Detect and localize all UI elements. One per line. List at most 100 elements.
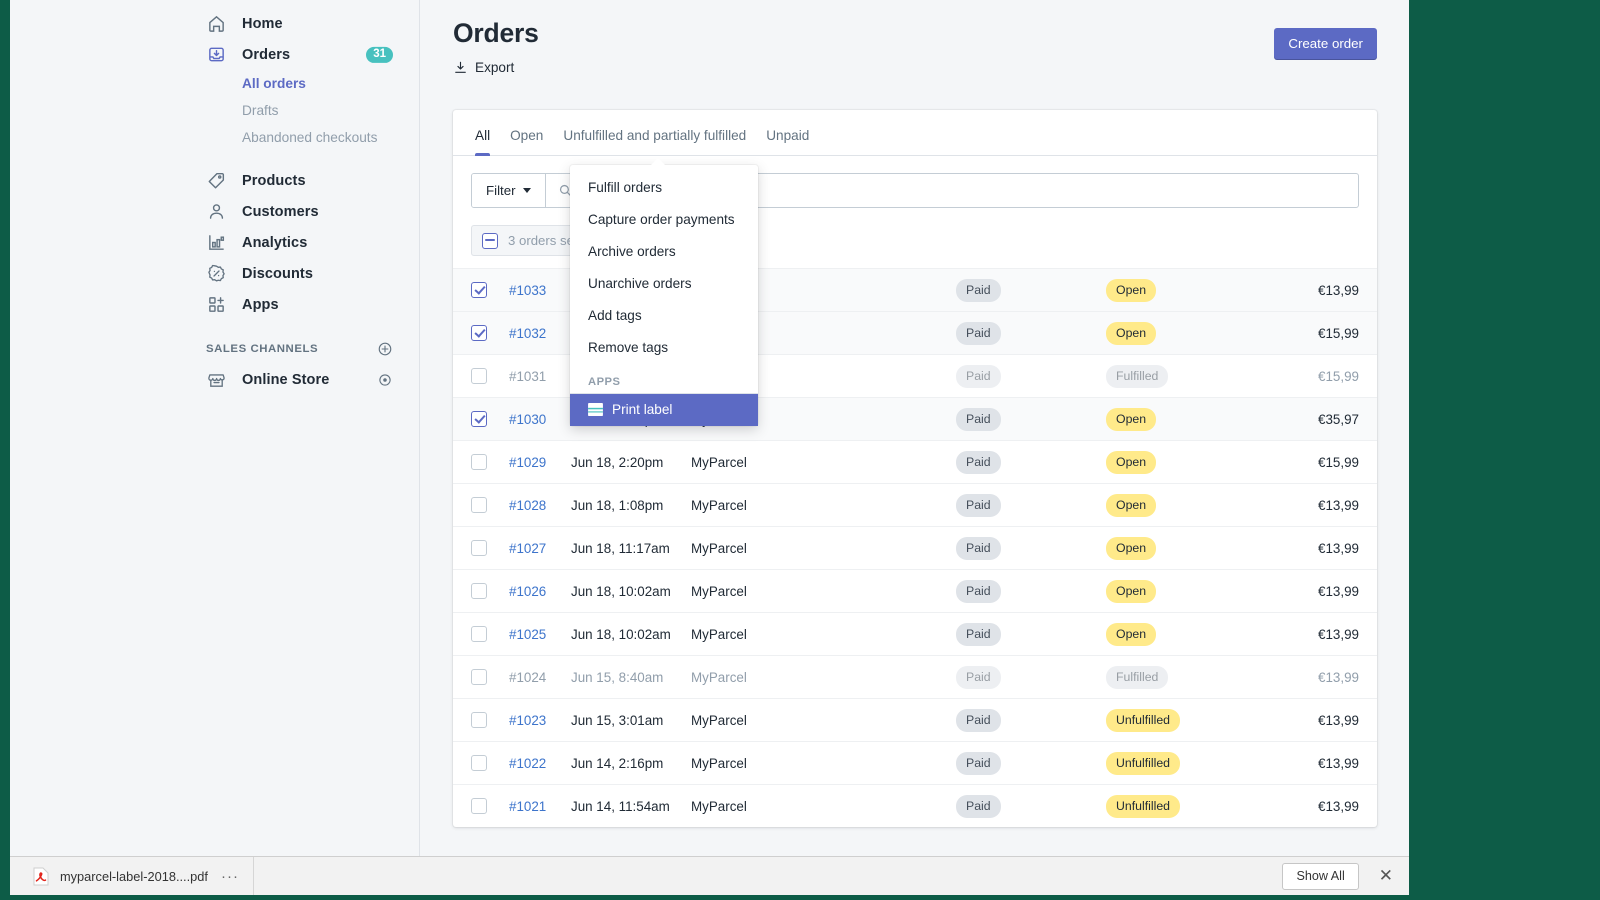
sidebar-item-customers[interactable]: Customers xyxy=(10,196,419,227)
order-amount: €13,99 xyxy=(1271,670,1359,685)
row-checkbox-cell[interactable] xyxy=(471,540,509,556)
ellipsis-icon[interactable]: ··· xyxy=(221,868,239,885)
filter-button[interactable]: Filter xyxy=(472,174,546,207)
payment-status-cell: Paid xyxy=(956,709,1106,732)
menu-item-remove-tags[interactable]: Remove tags xyxy=(570,332,758,364)
order-id-link[interactable]: #1032 xyxy=(509,326,571,341)
row-checkbox-cell[interactable] xyxy=(471,325,509,341)
order-id-link[interactable]: #1033 xyxy=(509,283,571,298)
select-all-checkbox[interactable] xyxy=(482,233,498,249)
table-row[interactable]: #1023Jun 15, 3:01amMyParcelPaidUnfulfill… xyxy=(453,698,1377,741)
sidebar-subitem-all-orders[interactable]: All orders xyxy=(10,70,419,97)
table-row[interactable]: #1028Jun 18, 1:08pmMyParcelPaidOpen€13,9… xyxy=(453,483,1377,526)
menu-item-unarchive-orders[interactable]: Unarchive orders xyxy=(570,268,758,300)
tab-bar: All Open Unfulfilled and partially fulfi… xyxy=(453,110,1377,156)
row-checkbox-cell[interactable] xyxy=(471,368,509,384)
download-item[interactable]: myparcel-label-2018....pdf ··· xyxy=(24,857,254,895)
order-id-link[interactable]: #1031 xyxy=(509,369,571,384)
tab-all[interactable]: All xyxy=(465,128,500,155)
sidebar-item-online-store[interactable]: Online Store xyxy=(10,364,419,395)
row-checkbox[interactable] xyxy=(471,669,487,685)
person-icon xyxy=(206,202,226,222)
tab-unfulfilled-partially-fulfilled[interactable]: Unfulfilled and partially fulfilled xyxy=(553,128,756,155)
order-id-link[interactable]: #1030 xyxy=(509,412,571,427)
order-id-link[interactable]: #1029 xyxy=(509,455,571,470)
order-id-link[interactable]: #1028 xyxy=(509,498,571,513)
order-id-link[interactable]: #1027 xyxy=(509,541,571,556)
table-row[interactable]: #1026Jun 18, 10:02amMyParcelPaidOpen€13,… xyxy=(453,569,1377,612)
pdf-file-icon xyxy=(32,867,49,886)
order-id-link[interactable]: #1022 xyxy=(509,756,571,771)
show-all-button[interactable]: Show All xyxy=(1282,863,1358,890)
row-checkbox-cell[interactable] xyxy=(471,282,509,298)
row-checkbox[interactable] xyxy=(471,368,487,384)
download-icon xyxy=(453,60,468,75)
tab-unpaid[interactable]: Unpaid xyxy=(756,128,819,155)
row-checkbox-cell[interactable] xyxy=(471,755,509,771)
fulfillment-status-cell: Unfulfilled xyxy=(1106,709,1271,732)
plus-circle-icon[interactable] xyxy=(377,341,393,357)
sidebar-item-products[interactable]: Products xyxy=(10,165,419,196)
fulfillment-status-badge: Fulfilled xyxy=(1106,666,1168,689)
order-amount: €15,99 xyxy=(1271,369,1359,384)
orders-card: All Open Unfulfilled and partially fulfi… xyxy=(453,110,1377,827)
table-row[interactable]: #1021Jun 14, 11:54amMyParcelPaidUnfulfil… xyxy=(453,784,1377,827)
order-customer: MyParcel xyxy=(691,541,956,556)
table-row[interactable]: #1027Jun 18, 11:17amMyParcelPaidOpen€13,… xyxy=(453,526,1377,569)
row-checkbox[interactable] xyxy=(471,454,487,470)
sidebar-item-discounts[interactable]: Discounts xyxy=(10,258,419,289)
order-amount: €13,99 xyxy=(1271,498,1359,513)
sidebar-item-analytics[interactable]: Analytics xyxy=(10,227,419,258)
row-checkbox[interactable] xyxy=(471,540,487,556)
row-checkbox[interactable] xyxy=(471,626,487,642)
fulfillment-status-cell: Open xyxy=(1106,322,1271,345)
tab-open[interactable]: Open xyxy=(500,128,553,155)
row-checkbox[interactable] xyxy=(471,497,487,513)
row-checkbox-cell[interactable] xyxy=(471,454,509,470)
row-checkbox-cell[interactable] xyxy=(471,583,509,599)
fulfillment-status-badge: Open xyxy=(1106,537,1156,560)
fulfillment-status-badge: Open xyxy=(1106,494,1156,517)
row-checkbox[interactable] xyxy=(471,583,487,599)
row-checkbox-cell[interactable] xyxy=(471,626,509,642)
table-row[interactable]: #1022Jun 14, 2:16pmMyParcelPaidUnfulfill… xyxy=(453,741,1377,784)
order-id-link[interactable]: #1026 xyxy=(509,584,571,599)
sidebar-item-home[interactable]: Home xyxy=(10,8,419,39)
table-row[interactable]: #1025Jun 18, 10:02amMyParcelPaidOpen€13,… xyxy=(453,612,1377,655)
export-button[interactable]: Export xyxy=(453,60,514,75)
menu-item-fulfill-orders[interactable]: Fulfill orders xyxy=(570,172,758,204)
row-checkbox[interactable] xyxy=(471,712,487,728)
sidebar-subitem-abandoned-checkouts[interactable]: Abandoned checkouts xyxy=(10,124,419,151)
menu-item-add-tags[interactable]: Add tags xyxy=(570,300,758,332)
sidebar-item-apps[interactable]: Apps xyxy=(10,289,419,320)
row-checkbox-cell[interactable] xyxy=(471,712,509,728)
row-checkbox[interactable] xyxy=(471,282,487,298)
eye-icon[interactable] xyxy=(377,372,393,388)
order-id-link[interactable]: #1025 xyxy=(509,627,571,642)
row-checkbox-cell[interactable] xyxy=(471,798,509,814)
row-checkbox-cell[interactable] xyxy=(471,669,509,685)
order-id-link[interactable]: #1023 xyxy=(509,713,571,728)
row-checkbox[interactable] xyxy=(471,798,487,814)
create-order-button[interactable]: Create order xyxy=(1274,28,1377,60)
row-checkbox[interactable] xyxy=(471,755,487,771)
fulfillment-status-cell: Unfulfilled xyxy=(1106,752,1271,775)
menu-item-archive-orders[interactable]: Archive orders xyxy=(570,236,758,268)
table-row[interactable]: #1024Jun 15, 8:40amMyParcelPaidFulfilled… xyxy=(453,655,1377,698)
order-amount: €13,99 xyxy=(1271,799,1359,814)
sidebar-subitem-drafts[interactable]: Drafts xyxy=(10,97,419,124)
filter-label: Filter xyxy=(486,183,516,198)
menu-item-capture-order-payments[interactable]: Capture order payments xyxy=(570,204,758,236)
sidebar-item-orders[interactable]: Orders 31 xyxy=(10,39,419,70)
table-row[interactable]: #1029Jun 18, 2:20pmMyParcelPaidOpen€15,9… xyxy=(453,440,1377,483)
order-id-link[interactable]: #1024 xyxy=(509,670,571,685)
row-checkbox[interactable] xyxy=(471,411,487,427)
sidebar-item-label: Products xyxy=(242,173,306,189)
row-checkbox[interactable] xyxy=(471,325,487,341)
menu-item-print-label[interactable]: Print label xyxy=(570,393,758,426)
row-checkbox-cell[interactable] xyxy=(471,411,509,427)
row-checkbox-cell[interactable] xyxy=(471,497,509,513)
close-icon[interactable]: ✕ xyxy=(1371,866,1401,886)
order-customer: MyParcel xyxy=(691,713,956,728)
order-id-link[interactable]: #1021 xyxy=(509,799,571,814)
